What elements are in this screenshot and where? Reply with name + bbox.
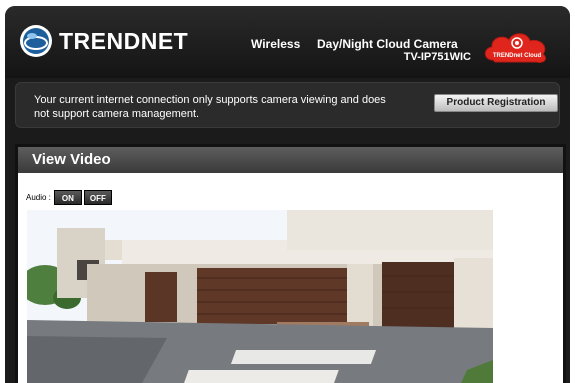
- notice-text: Your current internet connection only su…: [34, 93, 424, 121]
- audio-label: Audio :: [26, 193, 51, 202]
- video-stream[interactable]: [27, 210, 493, 383]
- product-name: Day/Night Cloud Camera: [317, 37, 458, 51]
- audio-on-button[interactable]: ON: [53, 190, 82, 205]
- header: TRENDNET Wireless Day/Night Cloud Camera…: [5, 6, 570, 78]
- section-header: View Video: [18, 147, 563, 173]
- audio-controls: Audio : ON OFF: [26, 190, 114, 205]
- product-registration-button[interactable]: Product Registration: [434, 94, 558, 112]
- camera-feed-image: [27, 210, 493, 383]
- brand-name: TRENDNET: [59, 27, 189, 54]
- audio-off-button[interactable]: OFF: [83, 190, 112, 205]
- product-type: Wireless: [251, 37, 301, 51]
- page-title: View Video: [32, 151, 111, 168]
- main-content: View Video Audio : ON OFF: [15, 144, 566, 383]
- trendnet-cloud-icon: TRENDnet Cloud: [484, 33, 546, 63]
- trendnet-logo: TRENDNET: [19, 24, 188, 58]
- cloud-badge-text: TRENDnet Cloud: [493, 53, 542, 59]
- connection-notice: Your current internet connection only su…: [15, 82, 560, 128]
- trendnet-globe-icon: [20, 25, 52, 57]
- app-frame: TRENDNET Wireless Day/Night Cloud Camera…: [5, 6, 570, 383]
- model-number: TV-IP751WIC: [403, 51, 471, 63]
- notice-line-2: not support camera management.: [34, 108, 200, 120]
- notice-line-1: Your current internet connection only su…: [34, 94, 386, 106]
